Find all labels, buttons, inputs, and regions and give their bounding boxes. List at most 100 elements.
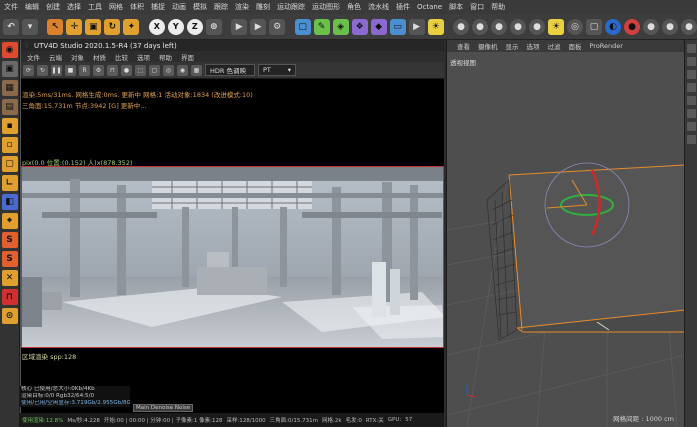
panel-icon[interactable] (686, 122, 696, 131)
menu-item[interactable]: 脚本 (449, 2, 463, 12)
make-editable-icon[interactable]: ◉ (1, 42, 18, 58)
render-view-icon[interactable]: ▶ (231, 18, 248, 35)
lock-icon[interactable]: ⊓ (107, 64, 118, 76)
y-axis-lock-icon[interactable]: Y (167, 18, 184, 35)
magnet-icon[interactable]: ⊓ (1, 289, 18, 305)
region-render-icon[interactable]: ⬚ (135, 64, 146, 76)
render-menu-item[interactable]: 选项 (137, 52, 150, 62)
tweak-mode-icon[interactable]: ◧ (1, 194, 18, 210)
viewport-menu-item[interactable]: 选项 (527, 41, 540, 51)
texture-mode-icon[interactable]: ▦ (1, 80, 18, 96)
coordinate-system-icon[interactable]: ⊕ (205, 18, 222, 35)
menu-item[interactable]: 插件 (396, 2, 410, 12)
denoise-button[interactable]: Main Denoise Noise (133, 404, 194, 412)
menu-item[interactable]: 体积 (130, 2, 144, 12)
workplane-icon[interactable]: ▤ (1, 99, 18, 115)
render-settings-icon[interactable]: ⚙ (269, 18, 286, 35)
pick-material-icon[interactable]: ◉ (177, 64, 188, 76)
rendered-image[interactable] (21, 166, 444, 348)
viewport-menu-item[interactable]: 显示 (506, 41, 519, 51)
menu-item[interactable]: 捕捉 (151, 2, 165, 12)
sphere-render-icon[interactable]: ● (472, 18, 489, 35)
light-icon[interactable]: ☀ (427, 18, 444, 35)
panel-icon[interactable] (686, 70, 696, 79)
viewport-menu-item[interactable]: 查看 (457, 41, 470, 51)
render-menu-item[interactable]: 云端 (49, 52, 62, 62)
hdr-tonemap-select[interactable]: HDR 色调映 (205, 64, 255, 76)
menu-item[interactable]: 跟踪 (214, 2, 228, 12)
s-plugin-icon[interactable]: S (1, 232, 18, 248)
settings-gear-icon[interactable]: ⚙ (93, 64, 104, 76)
select-tool-icon[interactable]: ↖ (47, 18, 64, 35)
sphere-render-icon[interactable]: ● (662, 18, 679, 35)
points-mode-icon[interactable]: ▪ (1, 118, 18, 134)
perspective-viewport[interactable]: 查看 摄像机 显示 选项 过滤 面板 ProRender 透视视图 网格间距 :… (446, 40, 684, 427)
polygons-mode-icon[interactable]: ▢ (1, 156, 18, 172)
edges-mode-icon[interactable]: ▫ (1, 137, 18, 153)
pen-icon[interactable]: ✎ (313, 18, 330, 35)
z-axis-lock-icon[interactable]: Z (186, 18, 203, 35)
viewport-menu-item[interactable]: 面板 (569, 41, 582, 51)
cube-icon[interactable]: ▢ (294, 18, 311, 35)
render-menu-item[interactable]: 对象 (71, 52, 84, 62)
menu-item[interactable]: 流水线 (368, 2, 389, 12)
menu-item[interactable]: 选择 (67, 2, 81, 12)
pick-focus-icon[interactable]: ◎ (163, 64, 174, 76)
menu-item[interactable]: 网格 (109, 2, 123, 12)
camera-icon[interactable]: ▶ (408, 18, 425, 35)
menu-item[interactable]: 运动跟踪 (277, 2, 305, 12)
menu-item[interactable]: 动画 (172, 2, 186, 12)
snapping-icon[interactable]: ⌖ (1, 213, 18, 229)
render-menu-item[interactable]: 材质 (93, 52, 106, 62)
sphere-render-icon[interactable]: ● (529, 18, 546, 35)
cloner-icon[interactable]: ❖ (351, 18, 368, 35)
render-menu-item[interactable]: 帮助 (159, 52, 172, 62)
floor-icon[interactable]: ▭ (389, 18, 406, 35)
restart-render-icon[interactable]: ↻ (37, 64, 48, 76)
render-menu-item[interactable]: 界面 (181, 52, 194, 62)
scale-tool-icon[interactable]: ▣ (85, 18, 102, 35)
render-picture-viewer-icon[interactable]: ▶ (250, 18, 267, 35)
panel-icon[interactable] (686, 44, 696, 53)
sun-icon[interactable]: ☀ (548, 18, 565, 35)
menu-item[interactable]: 创建 (46, 2, 60, 12)
render-menu-item[interactable]: 比较 (115, 52, 128, 62)
panel-icon[interactable] (686, 83, 696, 92)
pause-icon[interactable]: ❚❚ (51, 64, 62, 76)
half-sphere-icon[interactable]: ◐ (605, 18, 622, 35)
undo-icon[interactable]: ↶ (3, 18, 19, 35)
clay-mode-icon[interactable]: ● (121, 64, 132, 76)
redo-icon[interactable]: ▾ (22, 18, 38, 35)
menu-item[interactable]: 运动图形 (312, 2, 340, 12)
menu-item[interactable]: 帮助 (491, 2, 505, 12)
subdivision-icon[interactable]: ◈ (332, 18, 349, 35)
panel-icon[interactable] (686, 57, 696, 66)
sphere-render-icon[interactable]: ● (643, 18, 660, 35)
rotate-tool-icon[interactable]: ↻ (104, 18, 121, 35)
recent-tool-icon[interactable]: ✦ (123, 18, 140, 35)
sphere-render-icon[interactable]: ● (491, 18, 508, 35)
sphere-render-icon[interactable]: ● (453, 18, 470, 35)
menu-item[interactable]: 渲染 (235, 2, 249, 12)
tool-icon[interactable]: ✕ (1, 270, 18, 286)
x-axis-lock-icon[interactable]: X (148, 18, 165, 35)
send-scene-icon[interactable]: ⟳ (23, 64, 34, 76)
enable-axis-icon[interactable]: ∟ (1, 175, 18, 191)
grip-icon[interactable]: ⋮ (24, 42, 30, 49)
s-plugin-icon[interactable]: S (1, 251, 18, 267)
viewport-menu-item[interactable]: 摄像机 (478, 41, 498, 51)
panel-icon[interactable] (686, 109, 696, 118)
viewport-menu-item[interactable]: ProRender (590, 42, 623, 50)
menu-item[interactable]: 工具 (88, 2, 102, 12)
render-icon[interactable]: R (79, 64, 90, 76)
viewport-menu-item[interactable]: 过滤 (548, 41, 561, 51)
stop-icon[interactable]: ■ (65, 64, 76, 76)
model-mode-icon[interactable]: ▣ (1, 61, 18, 77)
box-icon[interactable]: ▢ (586, 18, 603, 35)
menu-item[interactable]: 窗口 (470, 2, 484, 12)
sphere-render-icon[interactable]: ● (510, 18, 527, 35)
menu-item[interactable]: 编辑 (25, 2, 39, 12)
panel-icon[interactable] (686, 135, 696, 144)
target-icon[interactable]: ◎ (567, 18, 584, 35)
kernel-select[interactable]: PT ▾ (258, 64, 296, 76)
